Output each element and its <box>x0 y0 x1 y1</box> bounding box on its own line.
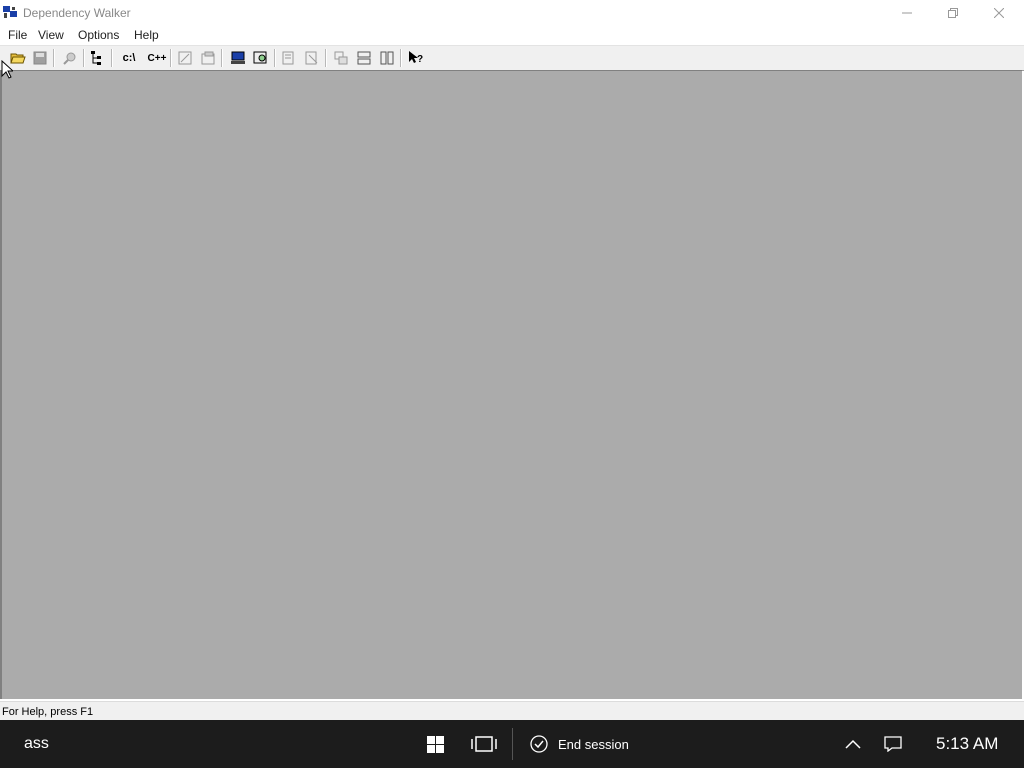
menu-file[interactable]: File <box>8 28 27 42</box>
cpp-button[interactable]: C++ <box>146 48 168 68</box>
svg-text:?: ? <box>417 54 423 65</box>
menu-bar: File View Options Help <box>0 26 1024 44</box>
restore-button[interactable] <box>930 0 976 26</box>
menu-help[interactable]: Help <box>134 28 159 42</box>
check-circle-icon <box>530 735 548 753</box>
toolbar-separator <box>325 49 327 67</box>
app-icon <box>3 6 17 18</box>
show-hidden-icons-button[interactable] <box>843 732 863 756</box>
context-help-button[interactable]: ? <box>406 48 426 68</box>
end-session-label: End session <box>558 736 629 752</box>
toolbar: c:\ C++ ? <box>0 45 1024 71</box>
tree-button[interactable] <box>88 48 108 68</box>
toolbar-separator <box>83 49 85 67</box>
window-title: Dependency Walker <box>23 6 131 20</box>
chevron-up-icon <box>845 739 861 749</box>
windows-icon <box>426 735 444 753</box>
taskbar-divider <box>512 728 513 760</box>
save-button[interactable] <box>30 48 50 68</box>
task-view-button[interactable] <box>470 732 498 756</box>
toolbar-separator <box>53 49 55 67</box>
find-button[interactable] <box>60 48 80 68</box>
menu-options[interactable]: Options <box>78 28 119 42</box>
context-help-icon: ? <box>409 51 423 65</box>
view-button[interactable] <box>175 48 195 68</box>
c-drive-button[interactable]: c:\ <box>118 48 140 68</box>
taskbar-label[interactable]: ass <box>24 735 49 753</box>
status-text: For Help, press F1 <box>2 706 94 718</box>
properties-button[interactable] <box>198 48 218 68</box>
clock[interactable]: 5:13 AM <box>936 734 998 754</box>
view-icon <box>178 51 192 65</box>
tile-horizontal-button[interactable] <box>354 48 374 68</box>
collapse-button[interactable] <box>302 48 322 68</box>
action-center-button[interactable] <box>883 732 903 756</box>
system-info-icon <box>231 51 245 64</box>
save-icon <box>33 51 47 65</box>
cascade-button[interactable] <box>331 48 351 68</box>
toolbar-separator <box>274 49 276 67</box>
cpp-icon: C++ <box>147 52 167 64</box>
find-icon <box>63 52 76 65</box>
close-button[interactable] <box>976 0 1022 26</box>
zoom-icon <box>253 51 267 64</box>
cascade-icon <box>334 51 348 65</box>
tree-icon <box>91 51 101 65</box>
expand-button[interactable] <box>279 48 299 68</box>
toolbar-separator <box>111 49 113 67</box>
collapse-icon <box>305 51 318 65</box>
expand-icon <box>282 51 294 65</box>
mouse-cursor-icon <box>1 60 13 79</box>
toolbar-separator <box>400 49 402 67</box>
toolbar-separator <box>170 49 172 67</box>
toolbar-separator <box>221 49 223 67</box>
task-view-icon <box>471 736 497 752</box>
c-drive-icon: c:\ <box>122 52 136 64</box>
minimize-button[interactable] <box>884 0 930 26</box>
tile-horizontal-icon <box>357 51 371 65</box>
tile-vertical-icon <box>380 51 394 65</box>
properties-icon <box>201 51 215 65</box>
mdi-client-area[interactable] <box>0 70 1022 699</box>
end-session-button[interactable]: End session <box>530 732 629 756</box>
zoom-button[interactable] <box>251 48 271 68</box>
app-window: Dependency Walker File View Options Help <box>0 0 1024 721</box>
start-button[interactable] <box>425 732 445 756</box>
title-bar: Dependency Walker <box>0 0 1024 26</box>
status-bar: For Help, press F1 <box>0 701 1024 721</box>
notification-icon <box>884 736 902 752</box>
system-info-button[interactable] <box>228 48 248 68</box>
tile-vertical-button[interactable] <box>377 48 397 68</box>
menu-view[interactable]: View <box>38 28 64 42</box>
taskbar: ass End session 5:13 AM <box>0 720 1024 768</box>
